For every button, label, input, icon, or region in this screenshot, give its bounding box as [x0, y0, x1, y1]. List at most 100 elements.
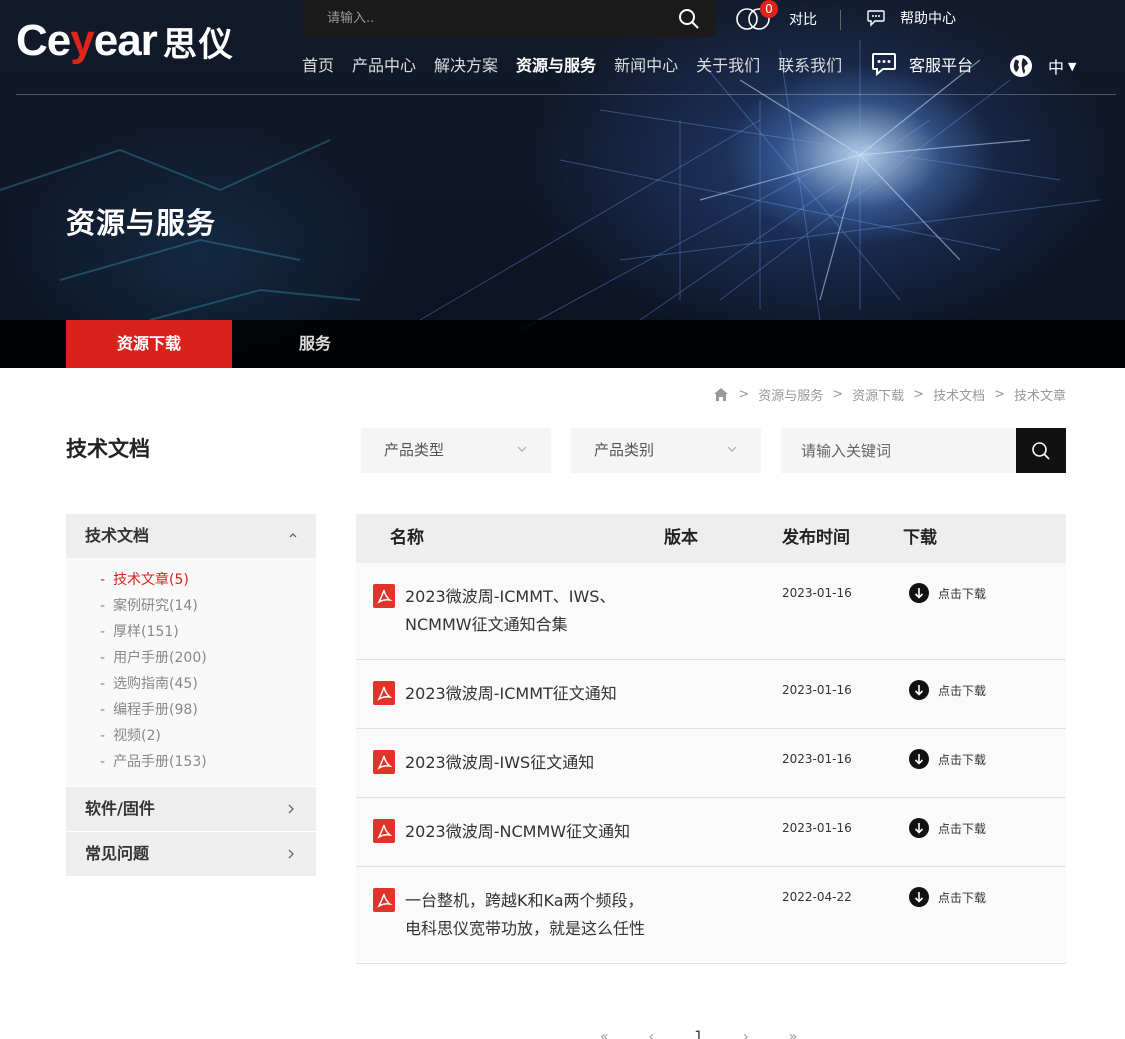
breadcrumb-item[interactable]: 资源与服务 — [758, 385, 823, 404]
pdf-icon — [373, 584, 395, 608]
sidebar-group-faq[interactable]: 常见问题 — [66, 832, 316, 876]
tab-resource-download[interactable]: 资源下载 — [66, 320, 232, 368]
logo[interactable]: Ceyear 思仪 — [16, 16, 235, 66]
sidebar-group-tech-docs[interactable]: 技术文档 — [66, 514, 316, 558]
sidebar-item-samples[interactable]: - 厚样(151) — [100, 619, 316, 645]
help-center-link[interactable]: 帮助中心 — [866, 8, 956, 28]
customer-service-link[interactable]: 客服平台 — [871, 52, 973, 76]
page-last-button[interactable]: » — [789, 1029, 798, 1039]
nav-item-news[interactable]: 新闻中心 — [614, 55, 678, 77]
keyword-search-input[interactable] — [781, 428, 1016, 473]
sidebar-item-product-manuals[interactable]: - 产品手册(153) — [100, 749, 316, 775]
home-icon[interactable] — [713, 387, 729, 402]
page-first-button[interactable]: « — [600, 1029, 609, 1039]
keyword-search-button[interactable] — [1016, 428, 1066, 473]
breadcrumb-separator: > — [738, 387, 750, 402]
help-center-label: 帮助中心 — [900, 11, 956, 27]
document-title-link[interactable]: 2023微波周-IWS征文通知 — [405, 749, 705, 777]
table-header: 名称 版本 发布时间 下载 — [356, 514, 1066, 563]
compare-button[interactable]: 0 对比 — [735, 0, 817, 34]
nav-item-contact[interactable]: 联系我们 — [778, 55, 842, 77]
top-divider — [840, 10, 841, 30]
document-title-link[interactable]: 2023微波周-ICMMT征文通知 — [405, 680, 705, 708]
column-header-date: 发布时间 — [782, 528, 850, 548]
download-label: 点击下载 — [938, 752, 987, 767]
language-switcher[interactable]: 中 ▼ — [1008, 53, 1076, 79]
product-type-select[interactable]: 产品类型 — [361, 428, 551, 473]
product-category-label: 产品类别 — [594, 441, 655, 459]
nav-item-products[interactable]: 产品中心 — [352, 55, 416, 77]
nav-item-solutions[interactable]: 解决方案 — [434, 55, 498, 77]
search-icon[interactable] — [678, 8, 700, 30]
page-number-current[interactable]: 1 — [694, 1029, 703, 1039]
sidebar-item-user-manuals[interactable]: - 用户手册(200) — [100, 645, 316, 671]
download-label: 点击下载 — [938, 683, 987, 698]
chevron-right-icon — [288, 804, 294, 814]
sidebar-group-label: 软件/固件 — [85, 799, 155, 818]
product-type-label: 产品类型 — [384, 441, 445, 459]
hero-banner: Ceyear 思仪 0 对比 帮助中心 首页 产品中心 解决方案 资源与服务 新… — [0, 0, 1125, 368]
chevron-up-icon — [289, 533, 297, 538]
download-link[interactable]: 点击下载 — [909, 887, 986, 907]
language-label: 中 — [1048, 58, 1065, 77]
tab-service[interactable]: 服务 — [282, 320, 348, 368]
nav-item-about[interactable]: 关于我们 — [696, 55, 760, 77]
breadcrumb-separator: > — [913, 387, 925, 402]
breadcrumb: > 资源与服务 > 资源下载 > 技术文档 > 技术文章 — [713, 385, 1066, 404]
download-icon — [909, 583, 929, 603]
globe-icon — [1010, 55, 1032, 77]
document-title-link[interactable]: 2023微波周-ICMMT、IWS、NCMMW征文通知合集 — [405, 583, 655, 639]
breadcrumb-item[interactable]: 技术文档 — [933, 385, 985, 404]
download-label: 点击下载 — [938, 821, 987, 836]
document-date: 2022-04-22 — [782, 890, 852, 904]
breadcrumb-item[interactable]: 资源下载 — [852, 385, 904, 404]
nav-divider — [16, 94, 1116, 95]
nav-item-resources[interactable]: 资源与服务 — [516, 55, 596, 77]
top-search-input[interactable] — [302, 0, 662, 37]
page-next-button[interactable]: › — [743, 1029, 749, 1039]
download-icon — [909, 749, 929, 769]
compare-label: 对比 — [789, 12, 817, 28]
sidebar-item-case-studies[interactable]: - 案例研究(14) — [100, 593, 316, 619]
download-link[interactable]: 点击下载 — [909, 680, 986, 700]
document-title-link[interactable]: 2023微波周-NCMMW征文通知 — [405, 818, 705, 846]
top-search-bar — [302, 0, 716, 37]
sidebar-group-software[interactable]: 软件/固件 — [66, 787, 316, 831]
chevron-down-icon — [517, 446, 527, 452]
download-icon — [909, 887, 929, 907]
download-link[interactable]: 点击下载 — [909, 818, 986, 838]
sidebar-item-buying-guides[interactable]: - 选购指南(45) — [100, 671, 316, 697]
chat-bubble-icon — [867, 10, 885, 27]
sidebar-item-tech-articles[interactable]: - 技术文章(5) — [100, 567, 316, 593]
customer-service-label: 客服平台 — [909, 56, 974, 75]
sidebar-list: - 技术文章(5) - 案例研究(14) - 厚样(151) - 用户手册(200) -… — [66, 558, 316, 786]
download-label: 点击下载 — [938, 586, 987, 601]
chevron-down-icon — [727, 446, 737, 452]
caret-down-icon: ▼ — [1068, 59, 1077, 73]
download-link[interactable]: 点击下载 — [909, 583, 986, 603]
product-category-select[interactable]: 产品类别 — [571, 428, 761, 473]
breadcrumb-separator: > — [994, 387, 1005, 402]
download-link[interactable]: 点击下载 — [909, 749, 986, 769]
breadcrumb-item[interactable]: 技术文章 — [1014, 385, 1066, 404]
sub-nav: 资源下载 服务 — [0, 320, 1125, 368]
section-title: 技术文档 — [66, 437, 150, 461]
download-icon — [909, 680, 929, 700]
table-row: 2023微波周-ICMMT、IWS、NCMMW征文通知合集 2023-01-16… — [356, 563, 1066, 660]
table-row: 2023微波周-ICMMT征文通知 2023-01-16 点击下载 — [356, 660, 1066, 729]
document-date: 2023-01-16 — [782, 752, 852, 766]
nav-item-home[interactable]: 首页 — [302, 55, 334, 77]
breadcrumb-separator: > — [832, 387, 844, 402]
sidebar-group-label: 技术文档 — [85, 526, 150, 545]
pdf-icon — [373, 681, 395, 705]
logo-wordmark: Ceyear — [16, 16, 158, 65]
document-date: 2023-01-16 — [782, 821, 852, 835]
document-table: 名称 版本 发布时间 下载 2023微波周-ICMMT、IWS、NCMMW征文通… — [356, 514, 1066, 964]
main-nav: 首页 产品中心 解决方案 资源与服务 新闻中心 关于我们 联系我们 — [302, 55, 860, 77]
sidebar-item-videos[interactable]: - 视频(2) — [100, 723, 316, 749]
logo-chinese: 思仪 — [162, 24, 235, 65]
document-title-link[interactable]: 一台整机，跨越K和Ka两个频段，电科思仪宽带功放，就是这么任性 — [405, 887, 655, 943]
pdf-icon — [373, 750, 395, 774]
sidebar-item-programming-manuals[interactable]: - 编程手册(98) — [100, 697, 316, 723]
page-prev-button[interactable]: ‹ — [649, 1029, 655, 1039]
